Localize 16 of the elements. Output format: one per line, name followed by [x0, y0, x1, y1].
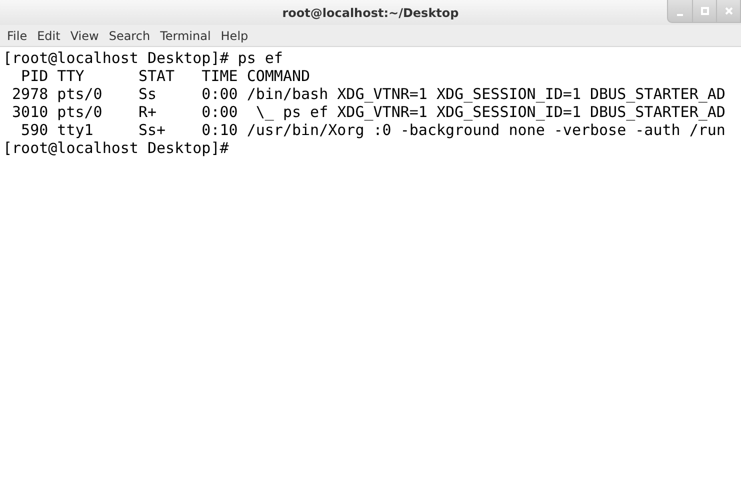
window-title: root@localhost:~/Desktop — [282, 6, 459, 20]
terminal-line: PID TTY STAT TIME COMMAND — [20, 67, 312, 85]
menu-item[interactable]: File — [3, 28, 34, 42]
menu-item[interactable]: Terminal — [156, 28, 217, 42]
close-icon — [724, 6, 734, 16]
menu-item[interactable]: Edit — [33, 28, 66, 42]
menu-item[interactable]: Help — [216, 28, 254, 42]
terminal-line: 590 tty1 Ss+ 0:10 /usr/bin/Xorg :0 -background none -verbose -auth /run — [20, 121, 726, 139]
terminal-line: 3010 pts/0 R+ 0:00 \_ ps ef XDG_VTNR=1 XDG_SESSION_ID=1 DBUS_STARTER_AD — [11, 103, 726, 121]
terminal-line: [root@localhost Desktop]# — [3, 139, 230, 157]
menu-item[interactable]: Search — [104, 28, 156, 42]
maximize-icon — [700, 6, 710, 16]
terminal-line: [root@localhost Desktop]# ps ef — [3, 49, 284, 67]
minimize-icon — [675, 14, 685, 16]
terminal-line: 2978 pts/0 Ss 0:00 /bin/bash XDG_VTNR=1 XDG_SESSION_ID=1 DBUS_STARTER_AD — [11, 85, 726, 103]
menu-item[interactable]: View — [66, 28, 105, 42]
